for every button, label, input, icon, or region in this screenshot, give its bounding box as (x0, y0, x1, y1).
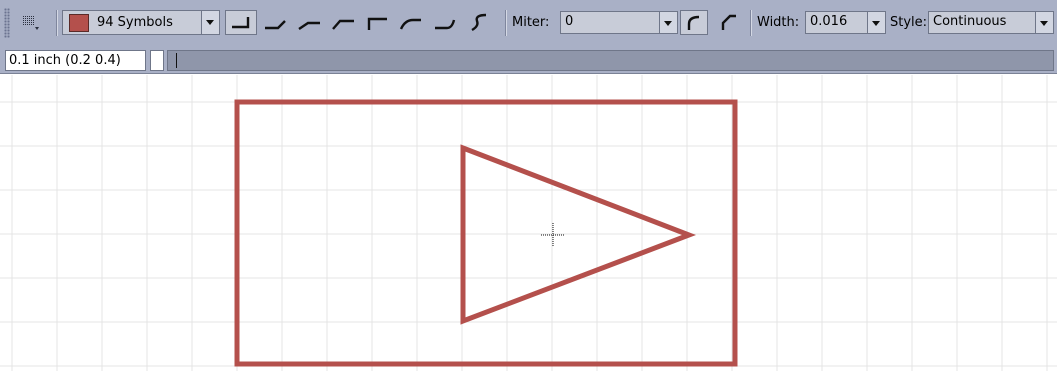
parameter-toolbar: 94 Symbols Miter: 0 Width: 0.016 Style: … (0, 0, 1057, 45)
bend-4-icon[interactable] (361, 10, 393, 35)
chevron-down-icon[interactable] (201, 11, 219, 34)
round-miter-icon[interactable] (680, 10, 708, 35)
command-line[interactable] (167, 50, 1054, 71)
bend-1-icon[interactable] (259, 10, 291, 35)
style-label: Style: (890, 15, 928, 30)
layer-select-value: 94 Symbols (97, 15, 173, 30)
frame-rectangle-wire (234, 99, 738, 367)
miter-label: Miter: (512, 15, 550, 30)
toolbar-grip[interactable] (4, 8, 10, 38)
drawing-canvas[interactable] (0, 75, 1057, 371)
bend-5-icon[interactable] (395, 10, 427, 35)
style-select-value: Continuous (933, 14, 1007, 29)
command-input[interactable] (168, 51, 1053, 70)
toolbar-separator (505, 10, 506, 36)
crosshair-cursor-icon (541, 223, 565, 247)
style-select[interactable]: Continuous (928, 11, 1054, 34)
chevron-down-icon[interactable] (1035, 12, 1053, 33)
width-label: Width: (757, 15, 800, 30)
layer-select[interactable]: 94 Symbols (62, 10, 220, 35)
chevron-down-icon[interactable] (867, 12, 885, 33)
bend-6-icon[interactable] (429, 10, 461, 35)
bend-0-icon[interactable] (225, 10, 257, 35)
toolbar-separator (750, 10, 751, 36)
bend-2-icon[interactable] (293, 10, 325, 35)
bend-7-icon[interactable] (463, 10, 495, 35)
straight-miter-icon[interactable] (714, 10, 742, 35)
toolbar-separator (56, 10, 57, 36)
miter-select-value: 0 (565, 14, 574, 29)
width-select-value: 0.016 (810, 14, 848, 29)
main-toolbar: 94 Symbols Miter: 0 Width: 0.016 Style: … (0, 0, 1057, 48)
miter-select[interactable]: 0 (560, 11, 678, 34)
coordinate-text: 0.1 inch (0.2 0.4) (9, 53, 121, 68)
schematic-drawing[interactable] (0, 75, 1057, 371)
status-box (150, 50, 164, 71)
coordinate-display: 0.1 inch (0.2 0.4) (5, 50, 146, 71)
command-bar: 0.1 inch (0.2 0.4) (0, 48, 1057, 74)
bend-3-icon[interactable] (327, 10, 359, 35)
width-select[interactable]: 0.016 (805, 11, 886, 34)
layer-color-swatch (69, 14, 89, 32)
background-grid (0, 75, 1057, 371)
chevron-down-icon[interactable] (659, 12, 677, 33)
grid-dots-icon[interactable] (18, 10, 44, 34)
